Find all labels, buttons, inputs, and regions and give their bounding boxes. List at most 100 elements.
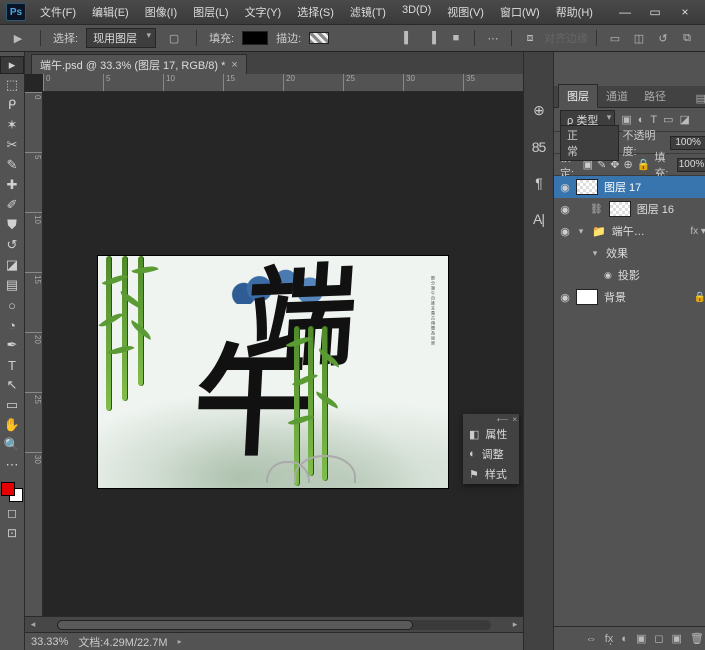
align-right-icon[interactable]: ■ bbox=[446, 29, 466, 47]
canvas[interactable]: 端 午 節分端午自誰言萬古傳聞為屈原 bbox=[43, 92, 523, 616]
lock-all-icon[interactable]: 🔒 bbox=[637, 158, 651, 171]
new-group-icon[interactable]: ◻ bbox=[654, 632, 663, 645]
layer-thumbnail[interactable] bbox=[576, 179, 598, 195]
fx-badge[interactable]: fx ▾ bbox=[690, 226, 705, 237]
adjustment-layer-icon[interactable]: ▣ bbox=[636, 632, 646, 645]
menu-file[interactable]: 文件(F) bbox=[34, 2, 82, 22]
popover-row-properties[interactable]: ◧ 属性 bbox=[463, 424, 519, 444]
layer-name[interactable]: 图层 16 bbox=[637, 201, 674, 217]
filter-text-icon[interactable]: T bbox=[650, 114, 657, 126]
quick-select-tool[interactable]: ✶ bbox=[0, 116, 24, 134]
layer-fx-icon[interactable]: fx̩ bbox=[605, 633, 614, 645]
popover-row-adjust[interactable]: ◐ 调整 bbox=[463, 444, 519, 464]
distribute-icon[interactable]: ⋯ bbox=[483, 29, 503, 47]
menu-filter[interactable]: 滤镜(T) bbox=[344, 2, 392, 22]
tab-channels[interactable]: 通道 bbox=[598, 85, 636, 107]
doc-info[interactable]: 文档:4.29M/22.7M bbox=[78, 634, 167, 650]
healing-tool[interactable]: ✚ bbox=[0, 176, 24, 194]
visibility-toggle[interactable]: ◉ bbox=[554, 203, 576, 216]
transform-controls-icon[interactable]: ▢ bbox=[164, 29, 184, 47]
stamp-tool[interactable]: ⛊ bbox=[0, 216, 24, 234]
layer-name[interactable]: 投影 bbox=[618, 267, 640, 283]
layer-row[interactable]: ◉ ⛓ 图层 16 bbox=[554, 198, 705, 220]
properties-popover[interactable]: ⟵ × ◧ 属性 ◐ 调整 ⚑ 样式 bbox=[463, 414, 519, 484]
filter-shape-icon[interactable]: ▭ bbox=[663, 113, 673, 126]
close-panel-icon[interactable]: × bbox=[512, 415, 517, 424]
panel-menu-icon[interactable]: ▤ bbox=[689, 90, 705, 107]
opt-icon-d[interactable]: ⧉ bbox=[677, 29, 697, 47]
tab-layers[interactable]: 图层 bbox=[558, 84, 598, 108]
dodge-tool[interactable]: ◔ bbox=[0, 316, 24, 334]
color-panel-icon[interactable]: 85 bbox=[532, 139, 546, 155]
character-panel-icon[interactable]: A| bbox=[533, 211, 544, 227]
crop-tool[interactable]: ✂ bbox=[0, 136, 24, 154]
align-left-icon[interactable]: ▌ bbox=[398, 29, 418, 47]
eyedropper-tool[interactable]: ✎ bbox=[0, 156, 24, 174]
menu-type[interactable]: 文字(Y) bbox=[239, 2, 288, 22]
horizontal-scrollbar[interactable]: ◂ ▸ bbox=[25, 616, 523, 632]
3d-mode-icon[interactable]: ⧈ bbox=[520, 29, 540, 47]
blend-mode-dropdown[interactable]: 正常 bbox=[560, 125, 619, 161]
visibility-toggle[interactable]: ◉ bbox=[554, 291, 576, 304]
scroll-track[interactable] bbox=[57, 620, 491, 630]
scroll-thumb[interactable] bbox=[57, 620, 413, 630]
menu-image[interactable]: 图像(I) bbox=[139, 2, 183, 22]
color-picker[interactable] bbox=[1, 482, 23, 502]
layer-mask-icon[interactable]: ◐ bbox=[621, 633, 628, 645]
filter-adjust-icon[interactable]: ◐ bbox=[638, 114, 645, 126]
layer-name[interactable]: 图层 17 bbox=[604, 179, 641, 195]
menu-help[interactable]: 帮助(H) bbox=[550, 2, 599, 22]
link-layers-icon[interactable]: ⇔ bbox=[586, 633, 597, 645]
zoom-tool[interactable]: 🔍 bbox=[0, 436, 24, 454]
layer-row[interactable]: ◉ 背景 🔒 bbox=[554, 286, 705, 308]
quickmask-toggle[interactable]: ◻ bbox=[0, 504, 24, 522]
fill-opacity-value[interactable]: 100% bbox=[677, 158, 705, 172]
marquee-tool[interactable]: ⬚ bbox=[0, 76, 24, 94]
gradient-tool[interactable]: ▤ bbox=[0, 276, 24, 294]
ruler-vertical[interactable]: 0 5 10 15 20 25 30 bbox=[25, 92, 43, 616]
layer-name[interactable]: 端午… bbox=[612, 223, 645, 239]
visibility-toggle[interactable]: ◉ bbox=[554, 181, 576, 194]
document-tab[interactable]: 端午.psd @ 33.3% (图层 17, RGB/8) * × bbox=[31, 54, 247, 74]
path-select-tool[interactable]: ↖ bbox=[0, 376, 24, 394]
hand-tool[interactable]: ✋ bbox=[0, 416, 24, 434]
folder-twisty[interactable]: ▾ bbox=[576, 226, 586, 237]
foreground-color[interactable] bbox=[1, 482, 15, 496]
pen-tool[interactable]: ✒ bbox=[0, 336, 24, 354]
tab-paths[interactable]: 路径 bbox=[636, 85, 674, 107]
history-panel-icon[interactable]: ⊕ bbox=[533, 102, 544, 119]
ruler-horizontal[interactable]: 0 5 10 15 20 25 30 35 bbox=[43, 74, 523, 92]
menu-layer[interactable]: 图层(L) bbox=[187, 2, 234, 22]
visibility-toggle[interactable]: ◉ bbox=[554, 225, 576, 238]
fill-swatch[interactable] bbox=[242, 31, 268, 45]
paragraph-panel-icon[interactable]: ¶ bbox=[535, 175, 542, 191]
effects-twisty[interactable]: ▾ bbox=[590, 248, 600, 259]
lock-artboard-icon[interactable]: ⊕ bbox=[624, 158, 633, 171]
menu-select[interactable]: 选择(S) bbox=[291, 2, 340, 22]
layer-row[interactable]: ◉ 投影 bbox=[554, 264, 705, 286]
blur-tool[interactable]: ○ bbox=[0, 296, 24, 314]
opacity-value[interactable]: 100% bbox=[670, 136, 705, 150]
artboard[interactable]: 端 午 節分端午自誰言萬古傳聞為屈原 bbox=[98, 256, 448, 488]
delete-layer-icon[interactable]: 🗑 bbox=[690, 632, 704, 645]
menu-edit[interactable]: 编辑(E) bbox=[86, 2, 135, 22]
new-layer-icon[interactable]: ▣ bbox=[672, 632, 682, 645]
menu-window[interactable]: 窗口(W) bbox=[494, 2, 546, 22]
filter-pixel-icon[interactable]: ▣ bbox=[621, 113, 631, 126]
menu-view[interactable]: 视图(V) bbox=[441, 2, 490, 22]
move-tool[interactable]: ▸ bbox=[0, 56, 24, 74]
menu-3d[interactable]: 3D(D) bbox=[396, 2, 437, 22]
select-layer-dropdown[interactable]: 现用图层 bbox=[86, 28, 156, 48]
brush-tool[interactable]: ✐ bbox=[0, 196, 24, 214]
collapse-panel-icon[interactable]: ⟵ bbox=[497, 415, 508, 424]
statusbar-menu-icon[interactable]: ▸ bbox=[178, 637, 182, 646]
zoom-level[interactable]: 33.33% bbox=[31, 636, 68, 648]
layer-row[interactable]: ▾ 效果 bbox=[554, 242, 705, 264]
edit-toolbar[interactable]: ⋯ bbox=[0, 456, 24, 474]
history-brush-tool[interactable]: ↺ bbox=[0, 236, 24, 254]
shape-tool[interactable]: ▭ bbox=[0, 396, 24, 414]
eraser-tool[interactable]: ◪ bbox=[0, 256, 24, 274]
screenmode-toggle[interactable]: ⊡ bbox=[0, 524, 24, 542]
scroll-right-icon[interactable]: ▸ bbox=[507, 619, 523, 630]
opt-icon-b[interactable]: ◫ bbox=[629, 29, 649, 47]
